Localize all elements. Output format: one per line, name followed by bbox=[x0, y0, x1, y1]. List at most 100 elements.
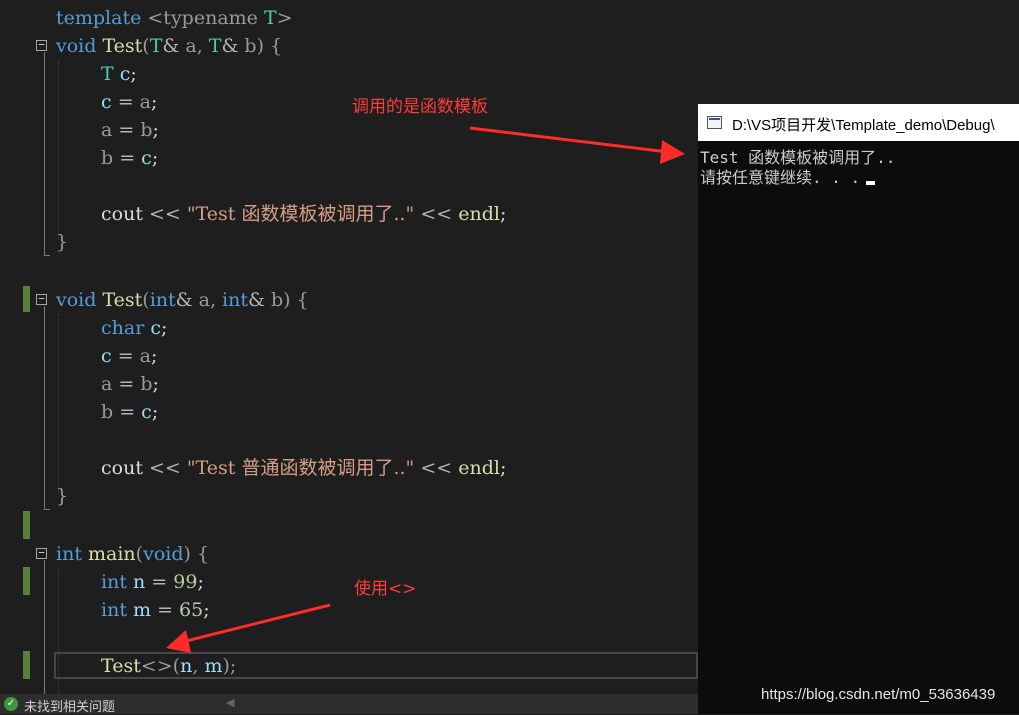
token: ; bbox=[150, 345, 158, 367]
token: ; bbox=[161, 317, 168, 339]
token: ; bbox=[152, 119, 159, 141]
param: b bbox=[101, 401, 114, 423]
token: = bbox=[113, 401, 142, 423]
function-name: endl bbox=[458, 203, 500, 225]
token: = bbox=[112, 373, 141, 395]
token: = bbox=[151, 599, 180, 621]
token: <> bbox=[140, 655, 173, 677]
variable: n bbox=[133, 571, 146, 593]
token: << bbox=[414, 203, 459, 225]
param: a bbox=[198, 289, 210, 311]
code-line-5[interactable]: a = b; bbox=[101, 117, 159, 143]
keyword: int bbox=[101, 571, 127, 593]
token: ; bbox=[130, 63, 137, 85]
variable: c bbox=[141, 401, 152, 423]
collapse-icon[interactable]: − bbox=[36, 547, 47, 559]
variable: m bbox=[133, 599, 152, 621]
status-message[interactable]: 未找到相关问题 bbox=[24, 696, 115, 715]
number-literal: 65 bbox=[179, 599, 204, 621]
param: a bbox=[139, 345, 151, 367]
code-line-12[interactable]: char c; bbox=[101, 315, 167, 341]
keyword: char bbox=[101, 317, 145, 339]
token: , bbox=[196, 35, 209, 57]
console-title-bar[interactable]: D:\VS项目开发\Template_demo\Debug\ bbox=[698, 104, 1019, 141]
token: , bbox=[209, 289, 223, 311]
code-line-17[interactable]: cout << "Test 普通函数被调用了.." << endl; bbox=[101, 455, 506, 481]
token: ( bbox=[172, 655, 181, 677]
token: = bbox=[113, 147, 142, 169]
variable: c bbox=[150, 317, 161, 339]
code-line-11[interactable]: void Test(int& a, int& b) { bbox=[56, 287, 309, 313]
code-line-3[interactable]: T c; bbox=[101, 61, 137, 87]
type-param: T bbox=[149, 35, 163, 57]
function-name: Test bbox=[101, 655, 141, 677]
code-line-21[interactable]: int n = 99; bbox=[101, 569, 204, 595]
token: = bbox=[112, 119, 141, 141]
variable: c bbox=[101, 91, 112, 113]
code-line-22[interactable]: int m = 65; bbox=[101, 597, 210, 623]
code-line-15[interactable]: b = c; bbox=[101, 399, 158, 425]
token: ) { bbox=[183, 543, 210, 565]
code-line-6[interactable]: b = c; bbox=[101, 145, 158, 171]
param: a bbox=[185, 35, 197, 57]
collapse-icon[interactable]: − bbox=[36, 39, 47, 51]
annotation-label: 调用的是函数模板 bbox=[352, 97, 488, 117]
token: = bbox=[145, 571, 174, 593]
token: ; bbox=[152, 373, 159, 395]
code-line-14[interactable]: a = b; bbox=[101, 371, 159, 397]
console-window[interactable]: D:\VS项目开发\Template_demo\Debug\ Test 函数模板… bbox=[698, 104, 1019, 714]
status-bar: ✓ 未找到相关问题 ◀ bbox=[0, 694, 698, 715]
function-name: main bbox=[88, 543, 136, 565]
code-line-13[interactable]: c = a; bbox=[101, 343, 157, 369]
param: a bbox=[139, 91, 151, 113]
number-literal: 99 bbox=[173, 571, 198, 593]
keyword: int bbox=[222, 289, 248, 311]
console-output-line: 请按任意键继续. . . bbox=[700, 164, 876, 188]
console-output-text: 请按任意键继续. . . bbox=[700, 168, 861, 187]
console-window-icon bbox=[707, 116, 722, 129]
code-line-9[interactable]: } bbox=[56, 229, 68, 255]
token: ; bbox=[499, 457, 507, 479]
token: << bbox=[142, 457, 187, 479]
fold-end bbox=[44, 255, 50, 256]
fold-line bbox=[44, 52, 45, 255]
identifier: cout bbox=[101, 203, 143, 225]
token: ; bbox=[151, 147, 159, 169]
token: } bbox=[56, 485, 69, 507]
code-line-2[interactable]: void Test(T& a, T& b) { bbox=[56, 33, 282, 59]
collapse-icon[interactable]: − bbox=[36, 293, 47, 305]
type-param: T bbox=[263, 7, 277, 29]
token: = bbox=[111, 345, 140, 367]
change-marker bbox=[23, 567, 30, 595]
code-line-1[interactable]: template <typename T> bbox=[56, 5, 293, 31]
fold-line bbox=[44, 306, 45, 509]
token: ; bbox=[197, 571, 204, 593]
string-literal: "Test 普通函数被调用了.." bbox=[186, 457, 415, 479]
check-circle-icon[interactable]: ✓ bbox=[4, 697, 18, 711]
code-line-4[interactable]: c = a; bbox=[101, 89, 157, 115]
variable: n bbox=[180, 655, 193, 677]
indent-guide bbox=[58, 60, 59, 240]
change-marker bbox=[23, 286, 30, 312]
param: b bbox=[140, 119, 153, 141]
fold-line bbox=[44, 560, 45, 694]
param: a bbox=[101, 119, 113, 141]
token: = bbox=[111, 91, 140, 113]
code-line-20[interactable]: int main(void) { bbox=[56, 541, 209, 567]
code-line-24[interactable]: Test<>(n, m); bbox=[101, 653, 236, 679]
code-line-8[interactable]: cout << "Test 函数模板被调用了.." << endl; bbox=[101, 201, 506, 227]
indent-guide bbox=[58, 314, 59, 494]
keyword: void bbox=[143, 543, 184, 565]
code-line-18[interactable]: } bbox=[56, 483, 68, 509]
change-marker bbox=[23, 651, 30, 679]
param: b bbox=[101, 147, 114, 169]
keyword: void bbox=[56, 35, 97, 57]
token: << bbox=[414, 457, 459, 479]
fold-end bbox=[44, 509, 50, 510]
annotation-label: 使用<> bbox=[354, 579, 417, 599]
watermark: https://blog.csdn.net/m0_53636439 bbox=[761, 686, 996, 703]
scroll-left-icon[interactable]: ◀ bbox=[226, 696, 234, 709]
param: b bbox=[140, 373, 153, 395]
code-editor[interactable]: − − − template <typename T> void Test(T&… bbox=[0, 0, 698, 694]
console-cursor bbox=[866, 181, 876, 185]
